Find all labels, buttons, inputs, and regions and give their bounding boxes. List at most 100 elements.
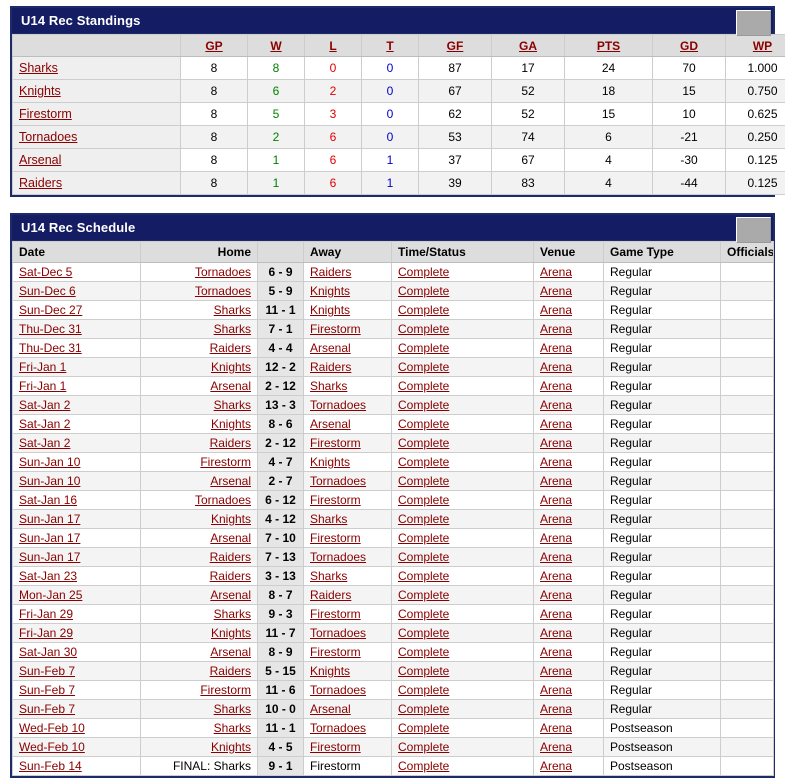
schedule-date-link[interactable]: Sun-Feb 7 [19, 702, 75, 716]
sort-link-pts[interactable]: PTS [597, 39, 620, 53]
schedule-status-link[interactable]: Complete [398, 436, 449, 450]
schedule-home-link[interactable]: Arsenal [210, 645, 251, 659]
standings-header-w[interactable]: W [248, 35, 305, 57]
schedule-away-link[interactable]: Sharks [310, 569, 347, 583]
schedule-home-link[interactable]: Arsenal [210, 474, 251, 488]
schedule-home-link[interactable]: Firestorm [200, 683, 251, 697]
schedule-home-link[interactable]: Sharks [214, 303, 251, 317]
schedule-home-link[interactable]: Sharks [214, 322, 251, 336]
schedule-status-link[interactable]: Complete [398, 626, 449, 640]
schedule-away-link[interactable]: Tornadoes [310, 721, 366, 735]
schedule-status-link[interactable]: Complete [398, 740, 449, 754]
schedule-away-link[interactable]: Firestorm [310, 740, 361, 754]
schedule-date-link[interactable]: Sun-Feb 7 [19, 683, 75, 697]
schedule-venue-link[interactable]: Arena [540, 455, 572, 469]
schedule-date-link[interactable]: Sun-Jan 10 [19, 474, 80, 488]
schedule-status-link[interactable]: Complete [398, 303, 449, 317]
schedule-venue-link[interactable]: Arena [540, 284, 572, 298]
schedule-venue-link[interactable]: Arena [540, 626, 572, 640]
standings-header-gp[interactable]: GP [181, 35, 248, 57]
schedule-venue-link[interactable]: Arena [540, 322, 572, 336]
schedule-home-link[interactable]: Tornadoes [195, 284, 251, 298]
schedule-venue-link[interactable]: Arena [540, 531, 572, 545]
schedule-date-link[interactable]: Sun-Dec 6 [19, 284, 76, 298]
schedule-away-link[interactable]: Tornadoes [310, 550, 366, 564]
schedule-status-link[interactable]: Complete [398, 474, 449, 488]
schedule-status-link[interactable]: Complete [398, 379, 449, 393]
schedule-away-link[interactable]: Knights [310, 284, 350, 298]
schedule-away-link[interactable]: Raiders [310, 360, 351, 374]
schedule-away-link[interactable]: Sharks [310, 512, 347, 526]
standings-header-wp[interactable]: WP [726, 35, 785, 57]
team-link[interactable]: Knights [19, 84, 61, 98]
schedule-status-link[interactable]: Complete [398, 569, 449, 583]
schedule-home-link[interactable]: Arsenal [210, 588, 251, 602]
schedule-date-link[interactable]: Sun-Jan 10 [19, 455, 80, 469]
schedule-date-link[interactable]: Sat-Dec 5 [19, 265, 72, 279]
schedule-away-link[interactable]: Firestorm [310, 645, 361, 659]
schedule-date-link[interactable]: Sat-Jan 23 [19, 569, 77, 583]
schedule-status-link[interactable]: Complete [398, 645, 449, 659]
sort-link-t[interactable]: T [386, 39, 393, 53]
schedule-status-link[interactable]: Complete [398, 360, 449, 374]
team-link[interactable]: Sharks [19, 61, 58, 75]
schedule-venue-link[interactable]: Arena [540, 512, 572, 526]
schedule-away-link[interactable]: Knights [310, 664, 350, 678]
schedule-status-link[interactable]: Complete [398, 550, 449, 564]
schedule-date-link[interactable]: Fri-Jan 29 [19, 626, 73, 640]
schedule-date-link[interactable]: Thu-Dec 31 [19, 322, 82, 336]
schedule-venue-link[interactable]: Arena [540, 360, 572, 374]
schedule-home-link[interactable]: Knights [211, 417, 251, 431]
schedule-date-link[interactable]: Sun-Feb 7 [19, 664, 75, 678]
schedule-away-link[interactable]: Firestorm [310, 493, 361, 507]
standings-header-gd[interactable]: GD [653, 35, 726, 57]
schedule-date-link[interactable]: Sun-Feb 14 [19, 759, 82, 773]
schedule-status-link[interactable]: Complete [398, 607, 449, 621]
schedule-date-link[interactable]: Sat-Jan 16 [19, 493, 77, 507]
schedule-date-link[interactable]: Sun-Jan 17 [19, 512, 80, 526]
schedule-date-link[interactable]: Fri-Jan 29 [19, 607, 73, 621]
schedule-venue-link[interactable]: Arena [540, 664, 572, 678]
schedule-home-link[interactable]: Arsenal [210, 379, 251, 393]
sort-link-l[interactable]: L [329, 39, 336, 53]
schedule-venue-link[interactable]: Arena [540, 398, 572, 412]
standings-collapse-widget[interactable] [736, 10, 771, 36]
schedule-away-link[interactable]: Firestorm [310, 607, 361, 621]
schedule-home-link[interactable]: Tornadoes [195, 493, 251, 507]
schedule-home-link[interactable]: Tornadoes [195, 265, 251, 279]
team-link[interactable]: Raiders [19, 176, 62, 190]
schedule-away-link[interactable]: Arsenal [310, 702, 351, 716]
schedule-date-link[interactable]: Fri-Jan 1 [19, 360, 66, 374]
schedule-status-link[interactable]: Complete [398, 493, 449, 507]
schedule-away-link[interactable]: Raiders [310, 265, 351, 279]
schedule-status-link[interactable]: Complete [398, 588, 449, 602]
schedule-venue-link[interactable]: Arena [540, 721, 572, 735]
standings-header-ga[interactable]: GA [492, 35, 565, 57]
schedule-date-link[interactable]: Wed-Feb 10 [19, 740, 85, 754]
schedule-status-link[interactable]: Complete [398, 721, 449, 735]
schedule-venue-link[interactable]: Arena [540, 341, 572, 355]
schedule-venue-link[interactable]: Arena [540, 493, 572, 507]
schedule-home-link[interactable]: Firestorm [200, 455, 251, 469]
sort-link-gf[interactable]: GF [447, 39, 464, 53]
schedule-away-link[interactable]: Knights [310, 303, 350, 317]
schedule-status-link[interactable]: Complete [398, 702, 449, 716]
schedule-home-link[interactable]: Raiders [210, 569, 251, 583]
schedule-venue-link[interactable]: Arena [540, 417, 572, 431]
standings-header-gf[interactable]: GF [419, 35, 492, 57]
schedule-home-link[interactable]: Sharks [214, 398, 251, 412]
schedule-status-link[interactable]: Complete [398, 531, 449, 545]
schedule-venue-link[interactable]: Arena [540, 740, 572, 754]
schedule-home-link[interactable]: Sharks [214, 702, 251, 716]
schedule-venue-link[interactable]: Arena [540, 550, 572, 564]
schedule-venue-link[interactable]: Arena [540, 379, 572, 393]
schedule-venue-link[interactable]: Arena [540, 303, 572, 317]
standings-header-t[interactable]: T [362, 35, 419, 57]
schedule-away-link[interactable]: Tornadoes [310, 626, 366, 640]
schedule-venue-link[interactable]: Arena [540, 569, 572, 583]
schedule-venue-link[interactable]: Arena [540, 702, 572, 716]
schedule-status-link[interactable]: Complete [398, 284, 449, 298]
schedule-away-link[interactable]: Firestorm [310, 531, 361, 545]
schedule-status-link[interactable]: Complete [398, 322, 449, 336]
schedule-date-link[interactable]: Sat-Jan 2 [19, 436, 70, 450]
